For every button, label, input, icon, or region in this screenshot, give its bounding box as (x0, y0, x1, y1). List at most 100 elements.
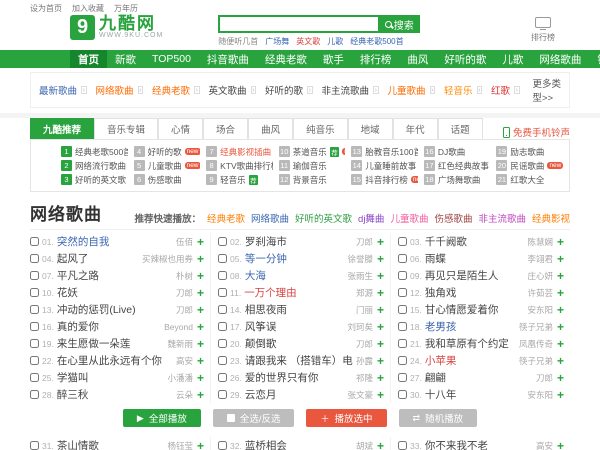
add-to-playlist-icon[interactable]: + (557, 388, 564, 402)
song-artist-link[interactable]: 杨钰莹 (167, 440, 193, 450)
add-to-playlist-icon[interactable]: + (197, 269, 204, 283)
add-to-playlist-icon[interactable]: + (197, 286, 204, 300)
nav-item[interactable]: 曲风 (399, 50, 436, 68)
song-title-link[interactable]: 十八年 (425, 387, 525, 402)
song-artist-link[interactable]: 伍佰 (176, 236, 193, 248)
song-artist-link[interactable]: 刀郎 (356, 338, 373, 350)
song-artist-link[interactable]: 筷子兄弟 (519, 321, 553, 333)
add-to-playlist-icon[interactable]: + (557, 371, 564, 385)
more-types-link[interactable]: 更多类型>> (533, 76, 562, 104)
add-to-playlist-icon[interactable]: + (377, 337, 384, 351)
song-title-link[interactable]: 你不来我不老 (425, 438, 533, 450)
song-checkbox[interactable] (30, 322, 39, 331)
chevron-right-icon[interactable]: › (138, 86, 143, 94)
song-checkbox[interactable] (30, 373, 39, 382)
category-item[interactable]: 2网络流行歌曲荐 (61, 159, 128, 172)
quickplay-link[interactable]: 儿童歌曲 (390, 211, 428, 225)
search-input[interactable] (218, 15, 378, 33)
song-title-link[interactable]: 等一分钟 (245, 251, 345, 266)
song-artist-link[interactable]: 张雨生 (347, 270, 373, 282)
rank-shortcut[interactable]: 排行榜 (531, 15, 555, 43)
category-item[interactable]: 21红歌大全 (496, 173, 563, 186)
song-artist-link[interactable]: 张文豪 (347, 389, 373, 401)
song-title-link[interactable]: 老男孩 (425, 319, 516, 334)
site-logo[interactable]: 9 九酷网 WWW.9KU.COM (70, 15, 163, 40)
subnav-link[interactable]: 网络歌曲 (96, 83, 134, 97)
song-title-link[interactable]: 罗刹海市 (245, 234, 353, 249)
song-checkbox[interactable] (30, 271, 39, 280)
song-checkbox[interactable] (398, 390, 407, 399)
song-checkbox[interactable] (398, 271, 407, 280)
quickplay-link[interactable]: 网络歌曲 (251, 211, 289, 225)
add-to-playlist-icon[interactable]: + (557, 354, 564, 368)
chevron-right-icon[interactable]: › (514, 86, 519, 94)
quickplay-link[interactable]: 非主流歌曲 (478, 211, 526, 225)
chevron-right-icon[interactable]: › (251, 86, 256, 94)
song-artist-link[interactable]: 庄心妍 (527, 270, 553, 282)
nav-item[interactable]: 铃声 (589, 50, 600, 68)
add-to-playlist-icon[interactable]: + (197, 354, 204, 368)
top-link[interactable]: 加入收藏 (72, 3, 104, 14)
song-artist-link[interactable]: 郑源 (356, 287, 373, 299)
category-item[interactable]: 20民谣歌曲new (496, 159, 563, 172)
category-item[interactable]: 16DJ歌曲 (424, 145, 491, 158)
free-ringtone-link[interactable]: 免费手机铃声 (503, 125, 570, 139)
add-to-playlist-icon[interactable]: + (557, 269, 564, 283)
add-to-playlist-icon[interactable]: + (197, 337, 204, 351)
subnav-link[interactable]: 非主流歌曲 (322, 83, 370, 97)
song-artist-link[interactable]: 小潘潘 (167, 372, 193, 384)
hot-search-word[interactable]: 经典老歌500首 (350, 36, 403, 47)
song-checkbox[interactable] (398, 322, 407, 331)
song-title-link[interactable]: 真的爱你 (57, 319, 161, 334)
add-to-playlist-icon[interactable]: + (377, 371, 384, 385)
tab-item[interactable]: 话题 (438, 118, 483, 139)
song-checkbox[interactable] (30, 441, 39, 450)
song-title-link[interactable]: 翩翩 (425, 370, 533, 385)
subnav-link[interactable]: 英文歌曲 (209, 83, 247, 97)
add-to-playlist-icon[interactable]: + (557, 252, 564, 266)
add-to-playlist-icon[interactable]: + (197, 303, 204, 317)
song-artist-link[interactable]: 魏新雨 (167, 338, 193, 350)
category-item[interactable]: 3好听的英文歌荐 (61, 173, 128, 186)
add-to-playlist-icon[interactable]: + (557, 235, 564, 249)
nav-item[interactable]: 排行榜 (352, 50, 400, 68)
song-title-link[interactable]: 小苹果 (425, 353, 516, 368)
tab-active[interactable]: 九酷推荐 (30, 118, 94, 139)
song-artist-link[interactable]: 朴树 (176, 270, 193, 282)
song-title-link[interactable]: 学猫叫 (57, 370, 165, 385)
song-artist-link[interactable]: 门丽 (356, 304, 373, 316)
add-to-playlist-icon[interactable]: + (377, 286, 384, 300)
song-checkbox[interactable] (218, 254, 227, 263)
song-title-link[interactable]: 冲动的惩罚(Live) (57, 302, 173, 317)
category-item[interactable]: 12背景音乐 (279, 173, 346, 186)
add-to-playlist-icon[interactable]: + (377, 269, 384, 283)
song-title-link[interactable]: 请跟我来 （搭错车）电 (245, 353, 353, 368)
song-checkbox[interactable] (398, 373, 407, 382)
song-artist-link[interactable]: Beyond (164, 322, 193, 332)
add-to-playlist-icon[interactable]: + (197, 371, 204, 385)
add-to-playlist-icon[interactable]: + (197, 252, 204, 266)
chevron-right-icon[interactable]: › (430, 86, 435, 94)
song-artist-link[interactable]: 云朵 (176, 389, 193, 401)
quickplay-link[interactable]: dj舞曲 (358, 211, 384, 225)
select-all-button[interactable]: 全选/反选 (213, 409, 295, 427)
tab-item[interactable]: 曲风 (248, 118, 293, 139)
search-button[interactable]: 搜索 (378, 15, 420, 33)
chevron-right-icon[interactable]: › (373, 86, 378, 94)
song-artist-link[interactable]: 刀郎 (536, 372, 553, 384)
song-checkbox[interactable] (218, 356, 227, 365)
add-to-playlist-icon[interactable]: + (377, 439, 384, 450)
tab-item[interactable]: 音乐专辑 (94, 118, 158, 139)
song-title-link[interactable]: 醉三秋 (57, 387, 173, 402)
add-to-playlist-icon[interactable]: + (557, 320, 564, 334)
tab-item[interactable]: 纯音乐 (293, 118, 348, 139)
song-title-link[interactable]: 平凡之路 (57, 268, 173, 283)
song-checkbox[interactable] (398, 254, 407, 263)
song-artist-link[interactable]: 刀郎 (356, 236, 373, 248)
song-checkbox[interactable] (218, 322, 227, 331)
tab-item[interactable]: 地域 (348, 118, 393, 139)
song-artist-link[interactable]: 孙露 (356, 355, 373, 367)
subnav-link[interactable]: 最新歌曲 (39, 83, 77, 97)
add-to-playlist-icon[interactable]: + (377, 388, 384, 402)
song-title-link[interactable]: 蓝桥相会 (245, 438, 353, 450)
